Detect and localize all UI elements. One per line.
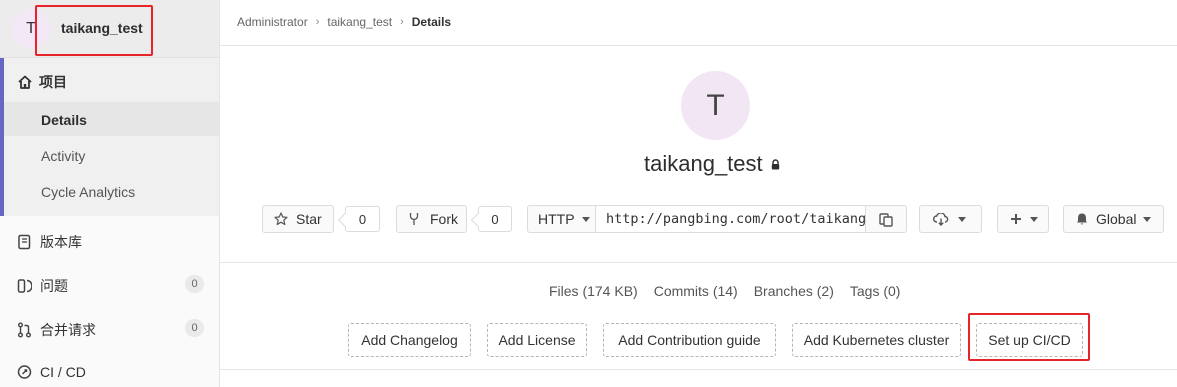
divider bbox=[220, 262, 1177, 263]
star-icon bbox=[274, 212, 288, 226]
copy-url-button[interactable] bbox=[865, 205, 907, 233]
breadcrumb-details[interactable]: Details bbox=[412, 15, 451, 29]
sidebar-item-issues-label: 问题 bbox=[40, 278, 68, 294]
add-license-button[interactable]: Add License bbox=[487, 323, 587, 357]
new-item-dropdown[interactable] bbox=[997, 205, 1049, 233]
star-count[interactable]: 0 bbox=[337, 206, 380, 232]
sidebar-item-issues[interactable]: 问题 0 bbox=[17, 275, 204, 296]
breadcrumb: Administrator › taikang_test › Details bbox=[237, 15, 451, 29]
sidebar-item-project-label: 项目 bbox=[39, 74, 67, 90]
merge-request-icon bbox=[18, 322, 31, 338]
sidebar-item-project[interactable]: 项目 bbox=[17, 72, 67, 92]
stat-tags[interactable]: Tags (0) bbox=[850, 283, 901, 299]
home-icon bbox=[18, 75, 32, 89]
notification-dropdown[interactable]: Global bbox=[1063, 205, 1164, 233]
issues-icon bbox=[17, 279, 32, 293]
sidebar: T taikang_test 项目 Details Activity Cycle… bbox=[0, 0, 220, 387]
sidebar-item-repository[interactable]: 版本库 bbox=[17, 232, 204, 252]
rocket-icon bbox=[17, 365, 32, 379]
sidebar-active-indicator bbox=[0, 58, 4, 216]
breadcrumb-project[interactable]: taikang_test bbox=[327, 15, 392, 29]
cloud-download-icon bbox=[933, 212, 949, 226]
stat-branches[interactable]: Branches (2) bbox=[754, 283, 834, 299]
sidebar-item-ci-cd[interactable]: CI / CD bbox=[17, 364, 204, 380]
clone-protocol-label: HTTP bbox=[538, 211, 575, 227]
sidebar-item-ci-cd-label: CI / CD bbox=[40, 364, 86, 380]
sidebar-item-merge-requests-label: 合并请求 bbox=[40, 322, 96, 338]
caret-down-icon bbox=[581, 216, 590, 222]
sidebar-item-repository-label: 版本库 bbox=[40, 234, 82, 250]
chevron-right-icon: › bbox=[400, 16, 404, 28]
book-icon bbox=[18, 234, 31, 250]
breadcrumb-administrator[interactable]: Administrator bbox=[237, 15, 308, 29]
divider bbox=[220, 369, 1177, 370]
caret-down-icon bbox=[1030, 216, 1038, 222]
sidebar-subitem-cycle-analytics[interactable]: Cycle Analytics bbox=[41, 184, 135, 200]
sidebar-sub-active-bg bbox=[4, 102, 219, 136]
star-button[interactable]: Star bbox=[262, 205, 334, 233]
divider bbox=[220, 45, 1177, 46]
stat-files[interactable]: Files (174 KB) bbox=[549, 283, 638, 299]
download-dropdown[interactable] bbox=[919, 205, 982, 233]
count-notch bbox=[470, 212, 486, 228]
chevron-right-icon: › bbox=[315, 16, 320, 28]
fork-icon bbox=[409, 213, 419, 225]
project-title-text: taikang_test bbox=[644, 151, 763, 176]
sidebar-subitem-details[interactable]: Details bbox=[41, 112, 87, 128]
project-avatar: T bbox=[681, 71, 750, 140]
highlight-box-project-name bbox=[35, 5, 153, 56]
highlight-box-setup-ci-cd bbox=[968, 313, 1090, 361]
stat-commits[interactable]: Commits (14) bbox=[654, 283, 738, 299]
lock-icon bbox=[771, 158, 779, 169]
plus-icon bbox=[1011, 214, 1021, 224]
star-button-label: Star bbox=[296, 211, 322, 227]
project-stats: Files (174 KB) Commits (14) Branches (2)… bbox=[549, 283, 916, 299]
fork-button[interactable]: Fork bbox=[396, 205, 467, 233]
sidebar-subitem-activity[interactable]: Activity bbox=[41, 148, 85, 164]
fork-button-label: Fork bbox=[430, 211, 458, 227]
clone-url-input[interactable] bbox=[595, 205, 866, 233]
star-count-value: 0 bbox=[358, 211, 367, 227]
caret-down-icon bbox=[958, 216, 966, 222]
fork-count-value: 0 bbox=[491, 211, 499, 227]
bell-icon bbox=[1077, 213, 1087, 225]
sidebar-section-project: 项目 Details Activity Cycle Analytics bbox=[0, 58, 219, 216]
caret-down-icon bbox=[1143, 216, 1152, 222]
add-kubernetes-cluster-button[interactable]: Add Kubernetes cluster bbox=[792, 323, 961, 357]
fork-count[interactable]: 0 bbox=[470, 206, 512, 232]
notification-level-label: Global bbox=[1096, 211, 1137, 227]
add-changelog-button[interactable]: Add Changelog bbox=[348, 323, 471, 357]
merge-requests-count-badge: 0 bbox=[185, 319, 204, 337]
sidebar-item-merge-requests[interactable]: 合并请求 0 bbox=[17, 319, 204, 340]
clipboard-icon bbox=[879, 212, 893, 227]
clone-protocol-dropdown[interactable]: HTTP bbox=[527, 205, 596, 233]
add-contribution-guide-button[interactable]: Add Contribution guide bbox=[603, 323, 776, 357]
issues-count-badge: 0 bbox=[185, 275, 204, 293]
project-title: taikang_test bbox=[644, 151, 780, 177]
count-notch bbox=[337, 212, 353, 228]
